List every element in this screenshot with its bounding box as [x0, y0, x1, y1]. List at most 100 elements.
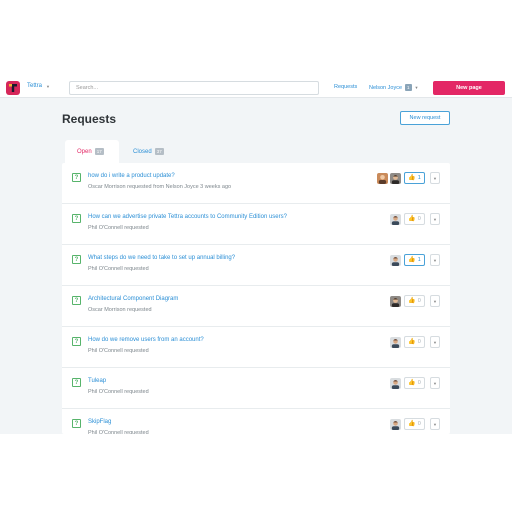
thumbs-up-icon: 👍 [408, 421, 416, 427]
avatar [390, 172, 401, 184]
avatar [390, 213, 401, 225]
request-row: ? SkipFlag Phil O'Connell requested 👍 0 … [62, 409, 450, 434]
request-actions: 👍 0 ▼ [390, 295, 440, 307]
top-navbar: Tettra ▼ Requests Nelson Joyce 1 ▼ New p… [0, 78, 512, 98]
tab-closed[interactable]: Closed 37 [119, 140, 176, 163]
upvote-button[interactable]: 👍 0 [404, 295, 425, 307]
row-options-dropdown[interactable]: ▼ [430, 377, 440, 389]
request-row: ? How can we advertise private Tettra ac… [62, 204, 450, 245]
thumbs-up-icon: 👍 [408, 298, 416, 304]
assignee-avatars [377, 172, 401, 184]
row-options-dropdown[interactable]: ▼ [430, 295, 440, 307]
question-icon: ? [72, 296, 81, 305]
upvote-button[interactable]: 👍 0 [404, 418, 425, 430]
vote-count: 0 [417, 421, 421, 427]
search-input[interactable] [69, 81, 319, 95]
upvote-button[interactable]: 👍 0 [404, 377, 425, 389]
upvote-button[interactable]: 👍 1 [404, 172, 425, 184]
tettra-logo-icon[interactable] [6, 81, 20, 95]
tab-count: 17 [94, 148, 104, 155]
request-row: ? Architectural Component Diagram Oscar … [62, 286, 450, 327]
row-options-dropdown[interactable]: ▼ [430, 213, 440, 225]
question-icon: ? [72, 255, 81, 264]
avatar [390, 254, 401, 266]
vote-count: 0 [417, 216, 421, 222]
question-icon: ? [72, 419, 81, 428]
avatar [390, 377, 401, 389]
request-title-link[interactable]: How can we advertise private Tettra acco… [88, 214, 287, 220]
row-options-dropdown[interactable]: ▼ [430, 336, 440, 348]
request-actions: 👍 0 ▼ [390, 336, 440, 348]
request-title-link[interactable]: Tuleap [88, 378, 106, 384]
assignee-avatars [390, 418, 401, 430]
thumbs-up-icon: 👍 [408, 175, 416, 181]
new-page-button[interactable]: New page [433, 81, 505, 95]
vote-count: 0 [417, 380, 421, 386]
upvote-button[interactable]: 👍 0 [404, 336, 425, 348]
app-window: Tettra ▼ Requests Nelson Joyce 1 ▼ New p… [0, 78, 512, 434]
thumbs-up-icon: 👍 [408, 216, 416, 222]
request-actions: 👍 1 ▼ [377, 172, 440, 184]
request-title-link[interactable]: SkipFlag [88, 419, 111, 425]
request-row: ? Tuleap Phil O'Connell requested 👍 0 ▼ [62, 368, 450, 409]
thumbs-up-icon: 👍 [408, 380, 416, 386]
request-title-link[interactable]: Architectural Component Diagram [88, 296, 178, 302]
user-name: Nelson Joyce [369, 84, 403, 91]
vote-count: 0 [417, 339, 421, 345]
vote-count: 0 [417, 298, 421, 304]
question-icon: ? [72, 337, 81, 346]
tab-label: Closed [133, 148, 152, 155]
question-icon: ? [72, 173, 81, 182]
chevron-down-icon: ▼ [414, 85, 419, 90]
request-row: ? What steps do we need to take to set u… [62, 245, 450, 286]
workspace-name: Tettra [27, 83, 43, 89]
request-meta: Phil O'Connell requested [88, 348, 149, 354]
request-actions: 👍 0 ▼ [390, 377, 440, 389]
request-meta: Oscar Morrison requested from Nelson Joy… [88, 184, 232, 190]
tab-count: 37 [154, 148, 164, 155]
request-meta: Oscar Morrison requested [88, 307, 152, 313]
avatar [390, 418, 401, 430]
request-actions: 👍 1 ▼ [390, 254, 440, 266]
request-actions: 👍 0 ▼ [390, 418, 440, 430]
upvote-button[interactable]: 👍 0 [404, 213, 425, 225]
request-actions: 👍 0 ▼ [390, 213, 440, 225]
assignee-avatars [390, 295, 401, 307]
request-meta: Phil O'Connell requested [88, 266, 149, 272]
tab-open[interactable]: Open 17 [65, 140, 119, 163]
request-tabs: Open 17 Closed 37 [65, 140, 176, 163]
assignee-avatars [390, 336, 401, 348]
question-icon: ? [72, 214, 81, 223]
page-title: Requests [62, 112, 117, 126]
assignee-avatars [390, 213, 401, 225]
notification-badge: 1 [405, 84, 412, 91]
vote-count: 1 [417, 257, 421, 263]
row-options-dropdown[interactable]: ▼ [430, 418, 440, 430]
avatar [377, 172, 388, 184]
request-title-link[interactable]: How do we remove users from an account? [88, 337, 204, 343]
avatar [390, 295, 401, 307]
avatar [390, 336, 401, 348]
request-meta: Phil O'Connell requested [88, 225, 149, 231]
question-icon: ? [72, 378, 81, 387]
nav-link-requests[interactable]: Requests [334, 84, 357, 90]
assignee-avatars [390, 377, 401, 389]
request-list: ? how do i write a product update? Oscar… [62, 163, 450, 434]
row-options-dropdown[interactable]: ▼ [430, 254, 440, 266]
request-row: ? how do i write a product update? Oscar… [62, 163, 450, 204]
request-title-link[interactable]: how do i write a product update? [88, 173, 175, 179]
user-menu[interactable]: Nelson Joyce 1 ▼ [369, 84, 419, 91]
request-row: ? How do we remove users from an account… [62, 327, 450, 368]
thumbs-up-icon: 👍 [408, 257, 416, 263]
workspace-switcher[interactable]: Tettra ▼ [27, 83, 50, 89]
new-request-button[interactable]: New request [400, 111, 450, 125]
tab-label: Open [77, 148, 92, 155]
request-meta: Phil O'Connell requested [88, 430, 149, 434]
upvote-button[interactable]: 👍 1 [404, 254, 425, 266]
thumbs-up-icon: 👍 [408, 339, 416, 345]
row-options-dropdown[interactable]: ▼ [430, 172, 440, 184]
request-meta: Phil O'Connell requested [88, 389, 149, 395]
request-title-link[interactable]: What steps do we need to take to set up … [88, 255, 235, 261]
vote-count: 1 [417, 175, 421, 181]
chevron-down-icon: ▼ [46, 83, 50, 89]
